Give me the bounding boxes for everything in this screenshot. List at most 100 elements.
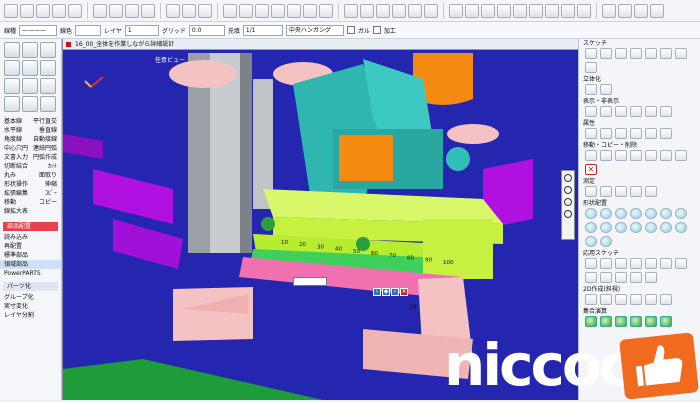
toolbar-tool-icon[interactable] <box>36 3 50 18</box>
command-icon[interactable] <box>645 272 657 283</box>
command-icon[interactable] <box>630 128 642 139</box>
toolbar-tool-icon[interactable] <box>303 3 317 18</box>
toolbar-tool-icon[interactable] <box>376 3 390 18</box>
command-icon[interactable] <box>630 258 642 269</box>
toolbar-tool-icon[interactable] <box>68 3 82 18</box>
command-icon[interactable] <box>585 258 597 269</box>
toolbar-tool-icon[interactable] <box>182 3 196 18</box>
command-icon[interactable] <box>675 222 687 233</box>
toolbar-tool-icon[interactable] <box>602 3 616 18</box>
command-icon[interactable] <box>615 294 627 305</box>
command-icon[interactable] <box>660 258 672 269</box>
line-color-select[interactable] <box>75 24 102 36</box>
toolbar-tool-icon[interactable] <box>497 3 511 18</box>
toolbar-tool-icon[interactable] <box>271 3 285 18</box>
command-icon[interactable] <box>585 62 597 73</box>
command-icon[interactable] <box>645 48 657 59</box>
command-item[interactable]: コピー <box>39 198 57 207</box>
grid-select[interactable]: 0.0 <box>188 24 225 36</box>
command-icon[interactable] <box>615 48 627 59</box>
command-icon[interactable] <box>585 128 597 139</box>
command-icon[interactable] <box>600 48 612 59</box>
command-icon[interactable] <box>660 150 672 161</box>
command-icon[interactable] <box>660 128 672 139</box>
command-icon[interactable] <box>615 106 627 117</box>
command-item[interactable]: ｶｯﾄ <box>48 162 57 171</box>
left-tool-icon[interactable] <box>4 60 20 76</box>
toolbar-tool-icon[interactable] <box>618 3 632 18</box>
snap-left-arrow-icon[interactable]: ‹ <box>373 288 381 296</box>
command-icon[interactable] <box>585 106 597 117</box>
command-icon[interactable] <box>615 186 627 197</box>
command-icon[interactable] <box>615 222 627 233</box>
command-item[interactable]: 連続円弧 <box>33 144 57 153</box>
toolbar-tool-icon[interactable] <box>125 3 139 18</box>
toolbar-tool-icon[interactable] <box>4 3 18 18</box>
left-tool-icon[interactable] <box>40 42 56 58</box>
command-icon[interactable] <box>675 208 687 219</box>
command-icon[interactable] <box>615 316 627 327</box>
toolbar-tool-icon[interactable] <box>223 3 237 18</box>
command-icon[interactable] <box>645 208 657 219</box>
toolbar-tool-icon[interactable] <box>424 3 438 18</box>
command-icon[interactable] <box>630 222 642 233</box>
toolbar-tool-icon[interactable] <box>392 3 406 18</box>
toolbar-tool-icon[interactable] <box>513 3 527 18</box>
command-item[interactable]: 中心穴円 <box>4 144 28 153</box>
command-icon[interactable] <box>630 48 642 59</box>
parts-menu-item[interactable]: グループ化 <box>0 293 61 302</box>
toolbar-tool-icon[interactable] <box>529 3 543 18</box>
command-icon[interactable] <box>660 294 672 305</box>
command-icon[interactable] <box>585 84 597 95</box>
command-icon[interactable] <box>615 258 627 269</box>
coordinate-input[interactable] <box>293 277 327 286</box>
command-icon[interactable] <box>615 208 627 219</box>
command-icon[interactable] <box>630 150 642 161</box>
left-tool-icon[interactable] <box>40 78 56 94</box>
left-tool-icon[interactable] <box>22 78 38 94</box>
command-item[interactable]: 伸縮 <box>45 180 57 189</box>
toolbar-tool-icon[interactable] <box>319 3 333 18</box>
command-icon[interactable] <box>645 106 657 117</box>
command-item[interactable]: 切断結合 <box>4 162 28 171</box>
parts-menu-item[interactable]: PowerPARTS <box>0 269 61 278</box>
parts-menu-item[interactable]: レイヤ分割 <box>0 311 61 320</box>
command-icon[interactable] <box>630 272 642 283</box>
command-item[interactable]: 自動接線 <box>33 135 57 144</box>
command-icon[interactable] <box>675 150 687 161</box>
snap-diamond-icon[interactable]: ◆ <box>382 288 390 296</box>
command-icon[interactable] <box>600 128 612 139</box>
close-icon[interactable]: ✕ <box>400 288 408 296</box>
left-tool-icon[interactable] <box>40 96 56 112</box>
toolbar-tool-icon[interactable] <box>52 3 66 18</box>
command-item[interactable]: 移動 <box>4 198 16 207</box>
command-item[interactable]: 角度線 <box>4 135 22 144</box>
command-icon[interactable] <box>600 272 612 283</box>
command-item[interactable]: 文書入力 <box>4 153 28 162</box>
line-type-select[interactable]: ———— <box>19 24 58 36</box>
left-tool-icon[interactable] <box>40 60 56 76</box>
toolbar-tool-icon[interactable] <box>360 3 374 18</box>
command-item[interactable]: 平行直交 <box>33 117 57 126</box>
command-item[interactable]: 拡張編集 <box>4 189 28 198</box>
toolbar-tool-icon[interactable] <box>344 3 358 18</box>
command-icon[interactable] <box>585 150 597 161</box>
option1-checkbox[interactable] <box>346 26 355 34</box>
command-item[interactable]: 円弧作成 <box>33 153 57 162</box>
command-icon[interactable] <box>645 258 657 269</box>
parts-menu-item[interactable]: 再配置 <box>0 242 61 251</box>
command-icon[interactable] <box>645 128 657 139</box>
command-icon[interactable] <box>660 222 672 233</box>
toolbar-tool-icon[interactable] <box>141 3 155 18</box>
toolbar-tool-icon[interactable] <box>287 3 301 18</box>
command-icon[interactable] <box>660 106 672 117</box>
command-icon[interactable] <box>675 258 687 269</box>
command-icon[interactable] <box>585 272 597 283</box>
command-icon[interactable] <box>585 236 597 247</box>
parts-tab[interactable]: 部品配置 <box>3 222 58 231</box>
command-icon[interactable] <box>675 48 687 59</box>
layer-select[interactable]: 1 <box>124 24 159 36</box>
left-tool-icon[interactable] <box>4 96 20 112</box>
toolbar-tool-icon[interactable] <box>255 3 269 18</box>
command-icon[interactable] <box>645 316 657 327</box>
